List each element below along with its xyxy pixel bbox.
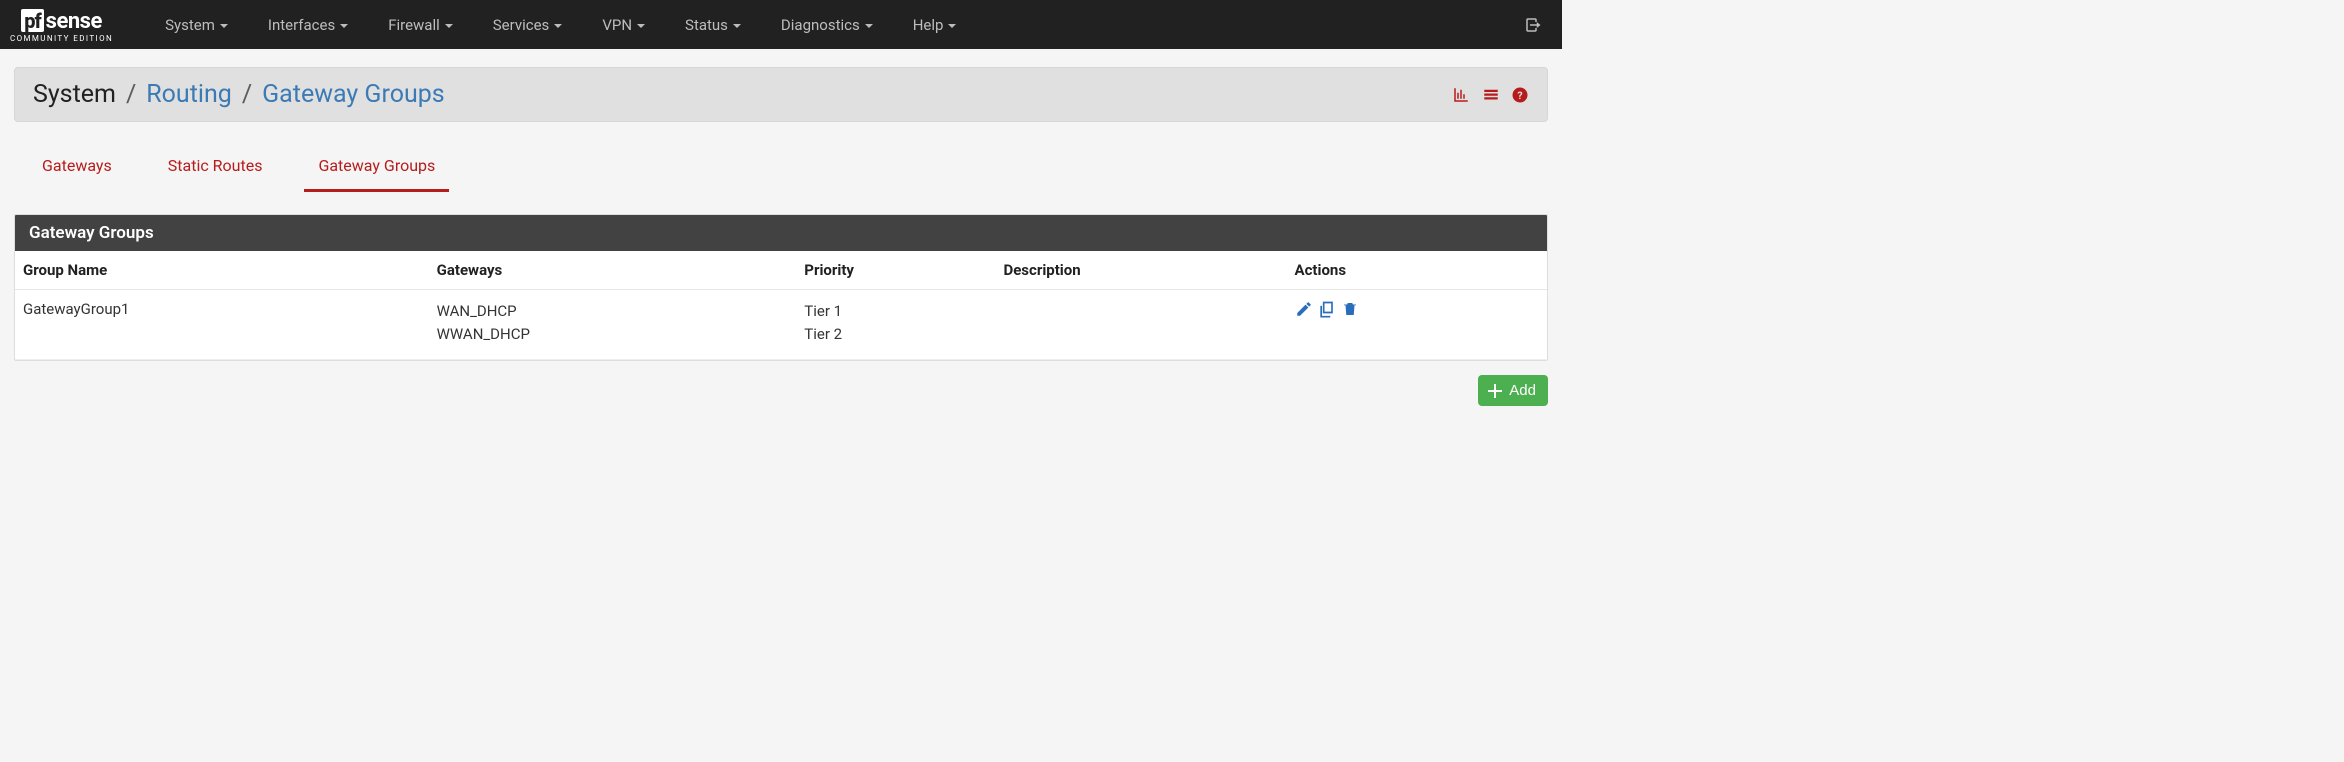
table-row: GatewayGroup1 WAN_DHCP WWAN_DHCP Tier 1 … — [15, 290, 1547, 360]
nav-label: Firewall — [388, 16, 440, 34]
nav-diagnostics[interactable]: Diagnostics — [761, 2, 893, 48]
plus-icon — [1487, 383, 1503, 399]
chevron-down-icon — [554, 24, 562, 28]
breadcrumb-sep: / — [126, 80, 136, 109]
col-group-name: Group Name — [15, 251, 429, 290]
chevron-down-icon — [220, 24, 228, 28]
nav-label: Services — [493, 16, 550, 34]
nav-help[interactable]: Help — [893, 2, 977, 48]
add-button-row: Add — [14, 375, 1548, 406]
logout-icon — [1524, 16, 1542, 34]
trash-icon[interactable] — [1341, 300, 1359, 320]
nav-label: Diagnostics — [781, 16, 860, 34]
nav-services[interactable]: Services — [473, 2, 583, 48]
priority-entry: Tier 1 — [804, 300, 987, 323]
top-navbar: pf sense COMMUNITY EDITION System Interf… — [0, 0, 1562, 49]
nav-status[interactable]: Status — [665, 2, 761, 48]
stats-icon[interactable] — [1451, 86, 1471, 104]
brand-logo[interactable]: pf sense COMMUNITY EDITION — [0, 5, 131, 45]
tab-static-routes[interactable]: Static Routes — [154, 148, 277, 192]
tabs: Gateways Static Routes Gateway Groups — [14, 122, 1548, 192]
nav-interfaces[interactable]: Interfaces — [248, 2, 368, 48]
help-icon[interactable]: ? — [1511, 86, 1529, 104]
brand-pf: pf — [21, 9, 43, 32]
gateway-entry: WWAN_DHCP — [437, 323, 789, 346]
breadcrumb-sep: / — [242, 80, 252, 109]
col-priority: Priority — [796, 251, 995, 290]
chevron-down-icon — [865, 24, 873, 28]
panel-title: Gateway Groups — [15, 215, 1547, 251]
nav-label: Status — [685, 16, 728, 34]
edit-icon[interactable] — [1295, 300, 1313, 320]
nav-label: Interfaces — [268, 16, 335, 34]
gateway-groups-table: Group Name Gateways Priority Description… — [15, 251, 1547, 360]
chevron-down-icon — [948, 24, 956, 28]
add-label: Add — [1509, 382, 1536, 399]
logout-button[interactable] — [1516, 6, 1550, 44]
tab-gateways[interactable]: Gateways — [28, 148, 126, 192]
breadcrumb: System / Routing / Gateway Groups — [33, 80, 445, 109]
tab-gateway-groups[interactable]: Gateway Groups — [304, 148, 449, 192]
cell-priority: Tier 1 Tier 2 — [796, 290, 995, 360]
gateway-entry: WAN_DHCP — [437, 300, 789, 323]
col-gateways: Gateways — [429, 251, 797, 290]
add-button[interactable]: Add — [1478, 375, 1548, 406]
nav-firewall[interactable]: Firewall — [368, 2, 473, 48]
page-container: System / Routing / Gateway Groups ? Gate… — [0, 49, 1562, 416]
cell-actions — [1287, 290, 1547, 360]
nav-label: Help — [913, 16, 944, 34]
brand-sense: sense — [46, 11, 102, 33]
nav-system[interactable]: System — [145, 2, 248, 48]
crumb-routing[interactable]: Routing — [146, 80, 232, 109]
col-description: Description — [995, 251, 1286, 290]
svg-text:?: ? — [1517, 88, 1522, 101]
crumb-root: System — [33, 80, 116, 109]
brand-tagline: COMMUNITY EDITION — [10, 35, 113, 43]
page-header: System / Routing / Gateway Groups ? — [14, 67, 1548, 122]
col-actions: Actions — [1287, 251, 1547, 290]
chevron-down-icon — [733, 24, 741, 28]
cell-group-name: GatewayGroup1 — [15, 290, 429, 360]
priority-entry: Tier 2 — [804, 323, 987, 346]
cell-gateways: WAN_DHCP WWAN_DHCP — [429, 290, 797, 360]
copy-icon[interactable] — [1317, 300, 1337, 320]
panel-gateway-groups: Gateway Groups Group Name Gateways Prior… — [14, 214, 1548, 361]
log-icon[interactable] — [1481, 86, 1501, 104]
crumb-gateway-groups[interactable]: Gateway Groups — [262, 80, 445, 109]
cell-description — [995, 290, 1286, 360]
nav-items: System Interfaces Firewall Services VPN … — [131, 2, 1516, 48]
chevron-down-icon — [637, 24, 645, 28]
chevron-down-icon — [340, 24, 348, 28]
nav-label: System — [165, 16, 215, 34]
nav-label: VPN — [602, 16, 632, 34]
nav-vpn[interactable]: VPN — [582, 2, 665, 48]
header-actions: ? — [1451, 86, 1529, 104]
chevron-down-icon — [445, 24, 453, 28]
